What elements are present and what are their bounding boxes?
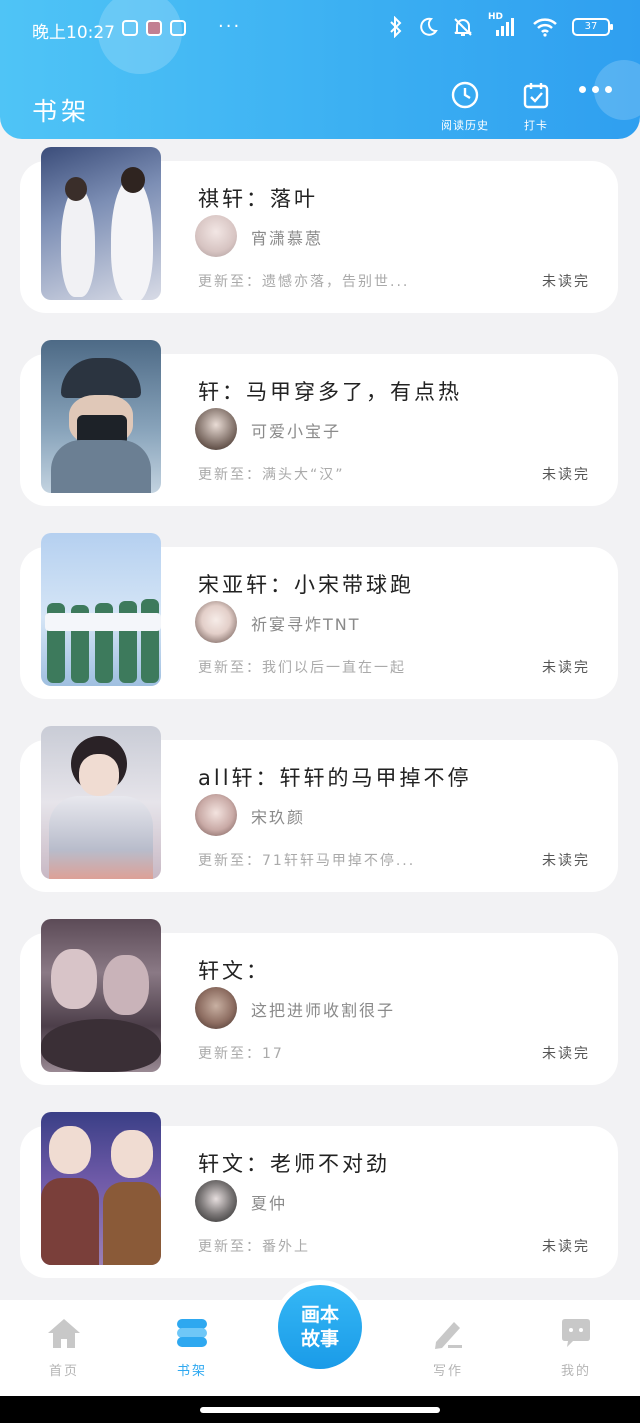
nav-mine[interactable]: 我的 [536,1316,616,1379]
bookshelf-icon [177,1319,207,1347]
author-avatar [195,601,237,643]
nav-bookshelf-label: 书架 [176,1364,207,1379]
status-bar: 晚上10:27 ··· HD 37 [0,0,640,62]
battery-level: 37 [584,21,598,32]
book-card[interactable]: 轩文： 这把进师收割很子 更新至：17 未读完 [0,911,640,1091]
book-cover [41,340,161,493]
book-cover [41,919,161,1072]
book-title: 轩文：老师不对劲 [198,1152,390,1176]
do-not-disturb-moon-icon [420,17,438,36]
create-story-label-wrap: 画本故事 [278,1285,362,1369]
update-info: 更新至：番外上 [198,1239,310,1255]
read-status: 未读完 [542,274,590,290]
book-title: 宋亚轩：小宋带球跑 [198,573,414,597]
author-avatar [195,408,237,450]
app-header: 晚上10:27 ··· HD 37 书架 阅读历史 打卡 [0,0,640,139]
clock-icon [451,81,479,109]
nav-mine-label: 我的 [560,1364,591,1379]
author-name: 祈宴寻炸TNT [251,615,361,634]
chat-bubble-icon [562,1319,590,1347]
book-title: 祺轩：落叶 [198,187,318,211]
update-info: 更新至：17 [198,1046,284,1062]
book-card[interactable]: 宋亚轩：小宋带球跑 祈宴寻炸TNT 更新至：我们以后一直在一起 未读完 [0,525,640,705]
book-cover [41,1112,161,1265]
app-notification-icon [170,20,186,36]
nav-home-label: 首页 [48,1364,79,1379]
update-info: 更新至：遗憾亦落，告别世... [198,274,410,290]
book-cover [41,533,161,686]
checkin-button[interactable]: 打卡 [514,80,558,133]
read-status: 未读完 [542,853,590,869]
nav-write-label: 写作 [432,1364,463,1379]
app-notification-icon [146,20,162,36]
read-status: 未读完 [542,660,590,676]
book-title: all轩：轩轩的马甲掉不停 [198,766,472,790]
more-notifications-icon: ··· [218,16,242,37]
system-icons: HD 37 [388,12,613,38]
muted-bell-icon [454,18,472,36]
update-info: 更新至：满头大“汉” [198,467,345,483]
author-avatar [195,794,237,836]
author-avatar [195,1180,237,1222]
signal-icon: HD [488,12,518,38]
app-notification-icon [122,20,138,36]
book-cover [41,147,161,300]
book-card[interactable]: all轩：轩轩的马甲掉不停 宋玖颜 更新至：71轩轩马甲掉不停... 未读完 [0,718,640,898]
update-info: 更新至：71轩轩马甲掉不停... [198,853,416,869]
read-status: 未读完 [542,467,590,483]
author-avatar [195,215,237,257]
calendar-check-icon [523,83,549,109]
author-name: 宋玖颜 [251,808,306,827]
page-title: 书架 [32,97,91,126]
nav-home[interactable]: 首页 [24,1316,104,1379]
status-time: 晚上10:27 [32,23,115,43]
reading-history-label: 阅读历史 [441,119,489,132]
book-title: 轩：马甲穿多了，有点热 [198,380,462,404]
create-story-label: 画本故事 [300,1304,339,1350]
bluetooth-icon [390,16,402,38]
book-cover [41,726,161,879]
battery-icon: 37 [572,18,613,36]
author-name: 可爱小宝子 [251,422,342,441]
reading-history-button[interactable]: 阅读历史 [436,80,494,133]
author-avatar [195,987,237,1029]
checkin-label: 打卡 [524,119,548,132]
hd-badge: HD [488,12,504,22]
home-icon [48,1319,80,1348]
create-story-button[interactable]: 画本故事 [273,1280,367,1374]
nav-write[interactable]: 写作 [408,1316,488,1379]
notification-icons [122,20,186,36]
wifi-icon [533,18,557,37]
author-name: 夏仲 [251,1194,288,1213]
book-card[interactable]: 祺轩：落叶 宵潇慕蒽 更新至：遗憾亦落，告别世... 未读完 [0,139,640,319]
more-options-icon[interactable] [579,86,612,93]
author-name: 这把进师收割很子 [251,1001,396,1020]
update-info: 更新至：我们以后一直在一起 [198,660,406,676]
read-status: 未读完 [542,1046,590,1062]
author-name: 宵潇慕蒽 [251,229,324,248]
book-title: 轩文： [198,959,270,983]
read-status: 未读完 [542,1239,590,1255]
book-card[interactable]: 轩：马甲穿多了，有点热 可爱小宝子 更新至：满头大“汉” 未读完 [0,332,640,512]
nav-bookshelf[interactable]: 书架 [152,1316,232,1379]
home-indicator[interactable] [200,1407,440,1413]
book-card[interactable]: 轩文：老师不对劲 夏仲 更新至：番外上 未读完 [0,1104,640,1284]
pen-icon [435,1322,462,1349]
